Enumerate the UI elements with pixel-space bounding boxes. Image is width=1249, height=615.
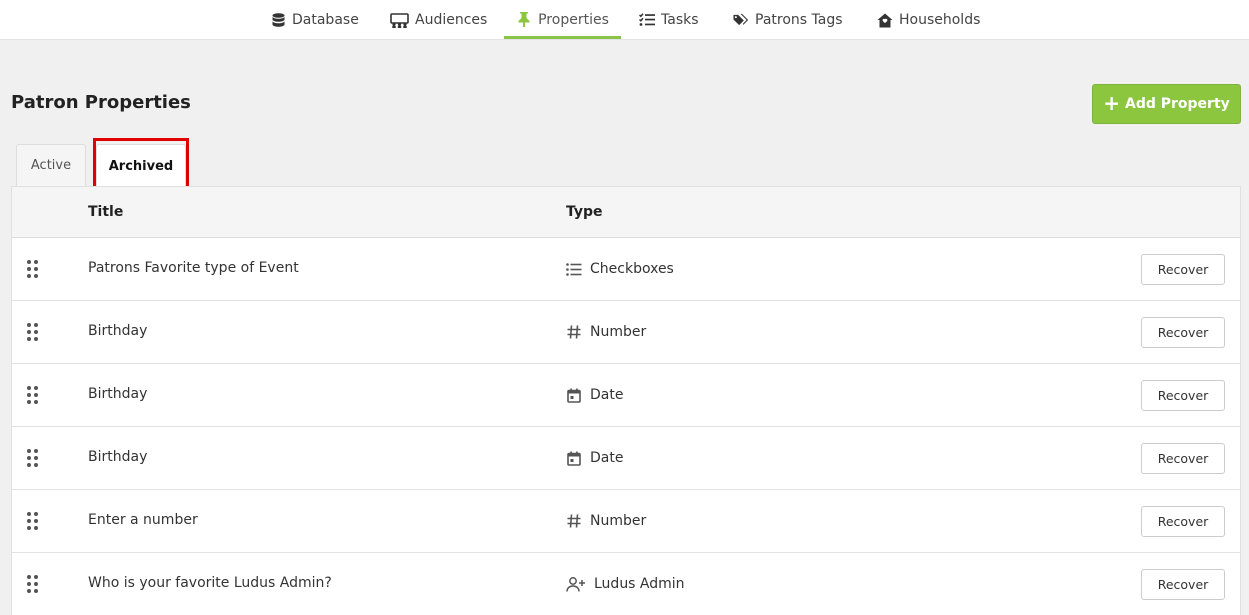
drag-handle-icon[interactable] [27,449,39,467]
property-type-label: Number [590,513,647,529]
database-icon [270,12,286,28]
property-type: Number [566,321,646,343]
property-type: Date [566,447,623,469]
property-type-label: Checkboxes [590,261,674,277]
property-type: Number [566,510,646,532]
nav-label: Patrons Tags [755,12,843,28]
property-title: Patrons Favorite type of Event [88,260,299,276]
property-type-label: Date [590,450,624,466]
nav-item-patrons-tags[interactable]: Patrons Tags [733,0,843,40]
checklist-icon [639,12,655,28]
nav-item-properties[interactable]: Properties [504,0,621,39]
property-type: Ludus Admin [566,573,685,595]
calendar-icon [566,387,582,403]
house-icon [877,12,893,28]
table-row: Birthday Number Recover [12,301,1240,364]
property-type: Checkboxes [566,258,674,280]
property-title: Birthday [88,323,148,339]
property-title: Who is your favorite Ludus Admin? [88,575,332,591]
recover-button[interactable]: Recover [1141,569,1225,600]
table-row: Birthday Date Recover [12,427,1240,490]
table-row: Patrons Favorite type of Event Checkboxe… [12,238,1240,301]
user-plus-icon [566,576,586,592]
property-type-label: Date [590,387,624,403]
recover-button[interactable]: Recover [1141,254,1225,285]
nav-label: Households [899,12,981,28]
nav-label: Database [292,12,359,28]
tab-active[interactable]: Active [16,144,86,186]
properties-table: Title Type Patrons Favorite type of Even… [11,186,1241,615]
nav-item-audiences[interactable]: Audiences [389,0,487,40]
hash-icon [566,324,582,340]
page-title: Patron Properties [11,92,191,113]
nav-item-tasks[interactable]: Tasks [639,0,699,40]
audience-icon [389,12,409,28]
table-row: Enter a number Number Recover [12,490,1240,553]
tags-icon [733,12,749,28]
table-row: Birthday Date Recover [12,364,1240,427]
calendar-icon [566,450,582,466]
nav-item-households[interactable]: Households [877,0,980,40]
drag-handle-icon[interactable] [27,386,39,404]
recover-button[interactable]: Recover [1141,317,1225,348]
property-type-label: Number [590,324,647,340]
tab-archived[interactable]: Archived [96,144,186,187]
property-type-label: Ludus Admin [594,576,685,592]
add-property-button[interactable]: + Add Property [1092,84,1241,124]
table-header: Title Type [12,187,1240,238]
nav-label: Properties [538,11,609,28]
property-title: Birthday [88,449,148,465]
top-nav: Database Audiences Properties Tasks Patr… [0,0,1249,40]
recover-button[interactable]: Recover [1141,443,1225,474]
column-header-type: Type [566,204,603,220]
nav-label: Audiences [415,12,488,28]
drag-handle-icon[interactable] [27,323,39,341]
property-type: Date [566,384,623,406]
list-icon [566,261,582,277]
column-header-title: Title [88,204,124,220]
nav-item-database[interactable]: Database [270,0,359,40]
nav-label: Tasks [661,12,699,28]
add-property-label: Add Property [1124,96,1230,112]
property-title: Birthday [88,386,148,402]
drag-handle-icon[interactable] [27,512,39,530]
recover-button[interactable]: Recover [1141,380,1225,411]
plus-icon: + [1103,91,1120,115]
recover-button[interactable]: Recover [1141,506,1225,537]
drag-handle-icon[interactable] [27,260,39,278]
hash-icon [566,513,582,529]
property-title: Enter a number [88,512,198,528]
pin-icon [516,12,532,28]
drag-handle-icon[interactable] [27,575,39,593]
table-row: Who is your favorite Ludus Admin? Ludus … [12,553,1240,615]
